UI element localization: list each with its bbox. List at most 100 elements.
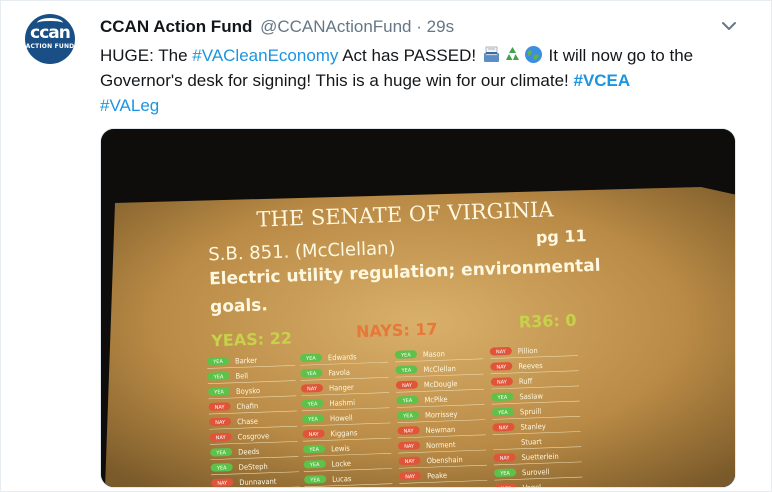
vote-tag: YEA — [212, 359, 223, 365]
senator-name: McClellan — [423, 364, 456, 374]
senator-name: Cosgrove — [237, 431, 269, 441]
vote-tag: NAY — [405, 459, 416, 465]
row-divider — [211, 486, 300, 487]
senator-name: Newman — [425, 425, 455, 435]
nay-vote-pill — [400, 487, 422, 488]
senator-name: Obenshain — [426, 455, 462, 465]
vote-tag: YEA — [497, 410, 508, 416]
vote-tag: YEA — [402, 413, 413, 419]
recycling-emoji-icon — [503, 45, 522, 64]
hashtag-link[interactable]: #VACleanEconomy — [192, 46, 338, 65]
tweet-text-part: HUGE: The — [100, 46, 193, 65]
yeas-count: YEAS: 22 — [210, 329, 292, 351]
senator-name: Locke — [332, 459, 352, 469]
vote-tag: NAY — [500, 455, 511, 461]
nays-count: NAYS: 17 — [356, 319, 438, 341]
senator-name: Boysko — [236, 386, 260, 396]
avatar-logo-text: ccan — [30, 23, 71, 43]
avatar-logo-subtext: ACTION FUND — [25, 43, 75, 50]
vote-tag: YEA — [215, 450, 226, 456]
chevron-down-icon[interactable] — [719, 18, 739, 34]
senator-name: Deeds — [238, 447, 260, 457]
vote-tag: NAY — [216, 435, 227, 441]
senator-name: Pillion — [518, 346, 538, 356]
vote-tag: NAY — [307, 386, 318, 392]
vote-tag: YEA — [307, 416, 318, 422]
senator-name: Mason — [423, 349, 445, 359]
vote-tag: YEA — [213, 374, 224, 380]
senator-name: Kiggans — [330, 428, 358, 438]
vote-tag: YEA — [216, 465, 227, 471]
page-number: pg 11 — [536, 226, 587, 247]
vote-tag: YEA — [305, 356, 316, 362]
hashtag-link[interactable]: #VALeg — [100, 96, 159, 115]
senator-name: Norment — [426, 440, 456, 450]
tweet-card[interactable]: ccan ACTION FUND CCAN Action Fund @CCANA… — [0, 0, 772, 492]
vote-tag: NAY — [501, 486, 512, 488]
senator-name: Lewis — [331, 444, 350, 454]
tweet-header: CCAN Action Fund @CCANActionFund · 29s — [100, 17, 454, 39]
senator-name: McPike — [424, 395, 447, 405]
senator-name: Vogel — [522, 483, 541, 488]
senate-vote-screen-photo: THE SENATE OF VIRGINIA S.B. 851. (McClel… — [101, 129, 735, 488]
separator-dot: · — [416, 17, 422, 36]
senator-name: Barker — [235, 356, 258, 366]
tweet-photo[interactable]: THE SENATE OF VIRGINIA S.B. 851. (McClel… — [100, 128, 736, 488]
vote-tag: NAY — [405, 474, 416, 480]
senator-name: Morrissey — [425, 410, 458, 420]
vote-tag: NAY — [497, 379, 508, 385]
senator-name: McDougle — [424, 379, 458, 389]
vote-tag: YEA — [213, 389, 224, 395]
senator-name: Favola — [328, 368, 350, 378]
vote-tag: YEA — [497, 395, 508, 401]
senator-name: Stanley — [520, 422, 546, 432]
vote-tag: NAY — [404, 443, 415, 449]
vote-tag: NAY — [496, 349, 507, 355]
vote-tag: NAY — [496, 364, 507, 370]
vote-tag: YEA — [309, 477, 320, 483]
vote-tag: YEA — [402, 398, 413, 404]
senator-name: Petersen — [428, 486, 458, 488]
vote-tag: YEA — [401, 368, 412, 374]
senator-name: Ruff — [519, 377, 533, 386]
vote-tag: YEA — [306, 371, 317, 377]
senator-name: Peake — [427, 471, 447, 481]
senator-name: Howell — [330, 413, 353, 423]
senator-name: Lucas — [332, 474, 352, 484]
hashtag-link[interactable]: #VCEA — [573, 71, 630, 90]
tweet-timestamp[interactable]: 29s — [427, 17, 454, 36]
senator-name: Hashmi — [329, 398, 355, 408]
senator-name: Reeves — [518, 361, 543, 371]
vote-tag: NAY — [309, 432, 320, 438]
ballot-box-emoji-icon — [482, 45, 501, 64]
vote-tag: YEA — [308, 447, 319, 453]
senator-name: Suetterlein — [521, 452, 558, 462]
senator-name: Hanger — [329, 383, 354, 393]
globe-emoji-icon — [524, 45, 543, 64]
bill-subject-line2: goals. — [210, 295, 268, 317]
senator-name: Stuart — [521, 437, 542, 447]
vote-tag: YEA — [309, 462, 320, 468]
vote-tag: NAY — [402, 383, 413, 389]
senator-name: Spruill — [520, 407, 542, 417]
tweet-text-part: Act has PASSED! — [338, 46, 477, 65]
tweet-text: HUGE: The #VACleanEconomy Act has PASSED… — [100, 43, 740, 118]
senator-name: Dunnavant — [239, 477, 277, 487]
author-display-name[interactable]: CCAN Action Fund — [100, 17, 252, 36]
senator-name: Chafin — [236, 401, 258, 411]
vote-tag: NAY — [215, 420, 226, 426]
senator-name: DeSteph — [239, 462, 268, 472]
avatar[interactable]: ccan ACTION FUND — [25, 14, 75, 64]
vote-tag: YEA — [307, 401, 318, 407]
senator-name: Saslaw — [519, 391, 543, 401]
vote-tag: NAY — [498, 425, 509, 431]
senator-name: Bell — [235, 371, 248, 380]
r-count: R36: 0 — [518, 311, 576, 332]
senator-name: Edwards — [328, 352, 357, 362]
vote-tag: NAY — [217, 480, 228, 486]
author-handle[interactable]: @CCANActionFund — [260, 17, 411, 36]
senator-name: Chase — [237, 417, 258, 427]
vote-tag: NAY — [215, 404, 226, 410]
vote-tag: NAY — [404, 428, 415, 434]
senator-name: Surovell — [522, 467, 550, 477]
